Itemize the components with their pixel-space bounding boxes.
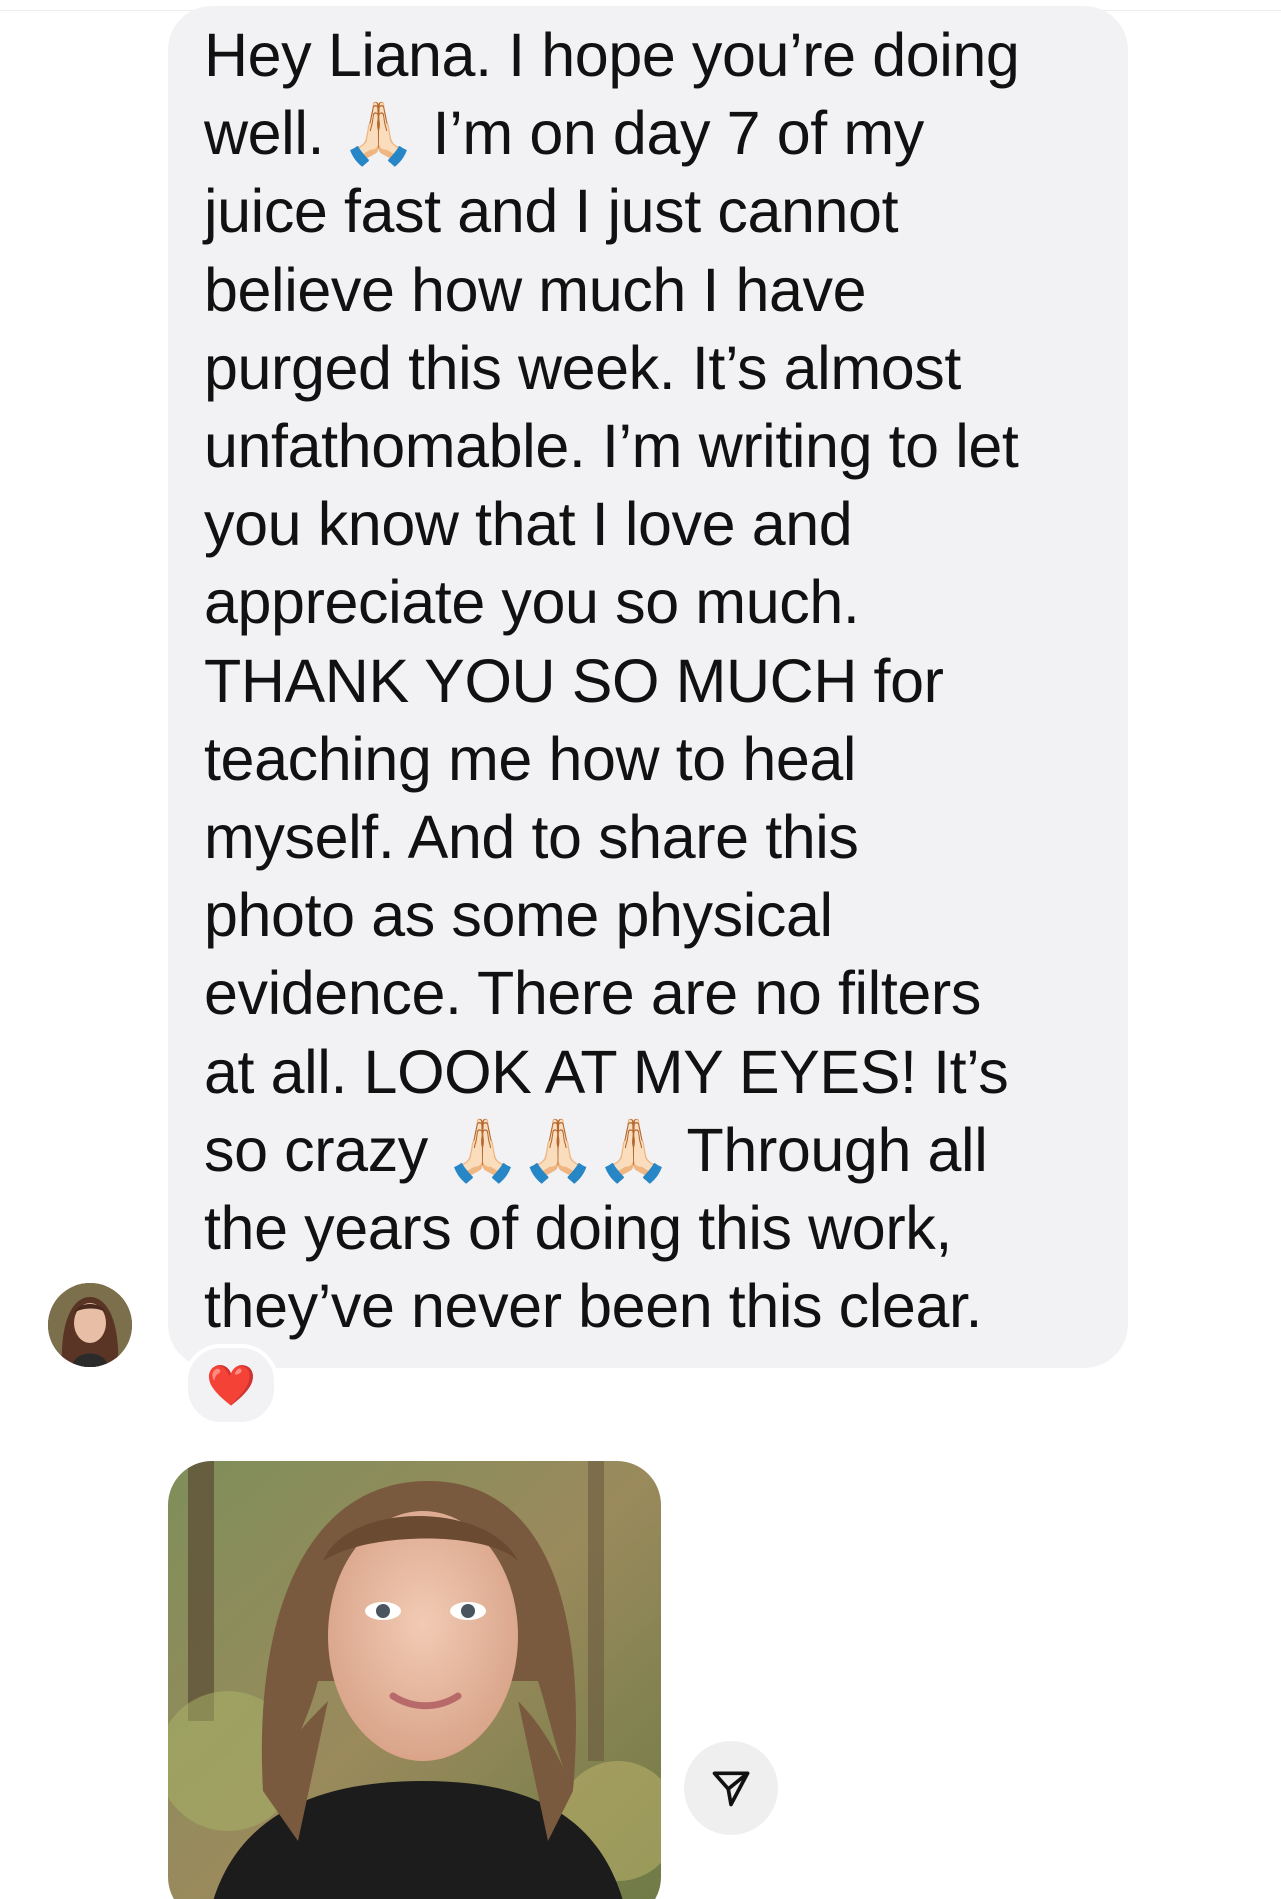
selfie-photo [168, 1461, 661, 1899]
message-text: Hey Liana. I hope you’re doing well. 🙏🏻 … [204, 21, 1020, 1341]
send-icon [712, 1771, 750, 1807]
share-button[interactable] [684, 1741, 778, 1835]
heart-icon: ❤️ [206, 1363, 256, 1408]
sender-avatar[interactable] [48, 1283, 132, 1367]
heart-reaction[interactable]: ❤️ [184, 1344, 278, 1426]
incoming-message-bubble[interactable]: Hey Liana. I hope you’re doing well. 🙏🏻 … [168, 6, 1128, 1368]
photo-message[interactable] [168, 1461, 661, 1899]
avatar-image [48, 1283, 132, 1367]
message-thread: Hey Liana. I hope you’re doing well. 🙏🏻 … [0, 0, 1281, 1899]
